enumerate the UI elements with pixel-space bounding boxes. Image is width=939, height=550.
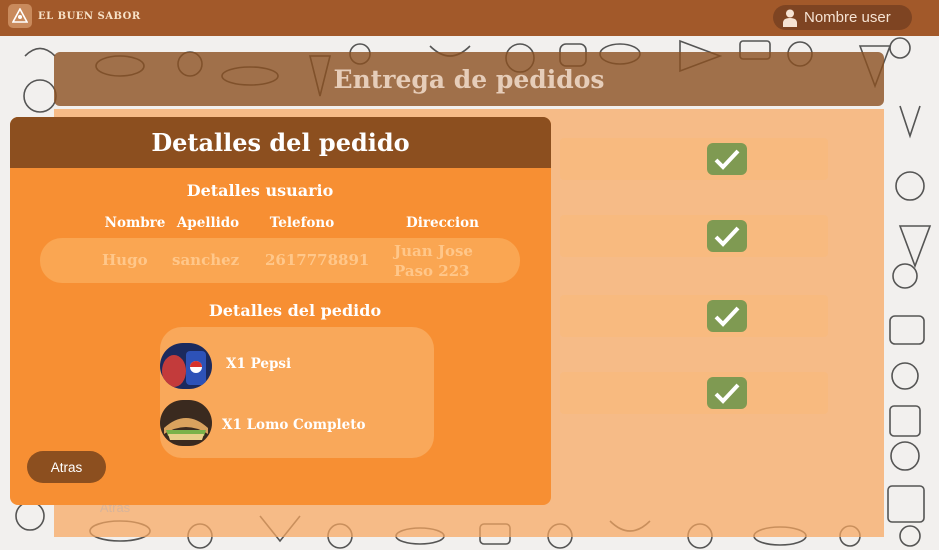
column-header-apellido: Apellido <box>176 215 240 231</box>
brand-name: EL BUEN SABOR <box>38 10 141 22</box>
order-details-modal: Detalles del pedido Detalles usuario Nom… <box>10 117 551 505</box>
user-name: Nombre user <box>804 9 891 26</box>
user-nombre: Hugo <box>102 251 148 269</box>
orders-header: Entrega de pedidos <box>54 52 884 106</box>
modal-header: Detalles del pedido <box>10 117 551 168</box>
checkmark-icon <box>714 149 740 170</box>
user-section-title: Detalles usuario <box>186 181 334 200</box>
column-header-direccion: Direccion <box>406 215 479 231</box>
deliver-check-button[interactable] <box>707 143 747 175</box>
order-item-label: X1 Pepsi <box>226 356 292 372</box>
modal-title: Detalles del pedido <box>151 128 410 157</box>
checkmark-icon <box>714 383 740 404</box>
user-menu-button[interactable]: Nombre user <box>773 5 912 30</box>
order-row <box>560 138 828 180</box>
page-title: Entrega de pedidos <box>333 64 605 94</box>
chef-hat-logo-icon <box>8 4 32 28</box>
user-direccion-line2: Paso 223 <box>394 262 470 280</box>
order-row <box>560 372 828 414</box>
deliver-check-button[interactable] <box>707 220 747 252</box>
deliver-check-button[interactable] <box>707 300 747 332</box>
user-icon <box>783 9 797 27</box>
order-row <box>560 295 828 337</box>
pepsi-image-icon <box>160 343 212 389</box>
deliver-check-button[interactable] <box>707 377 747 409</box>
order-section-title: Detalles del pedido <box>208 301 382 320</box>
checkmark-icon <box>714 226 740 247</box>
lomo-sandwich-image-icon <box>160 400 212 446</box>
user-apellido: sanchez <box>172 251 240 269</box>
brand[interactable]: EL BUEN SABOR <box>8 4 141 28</box>
user-direccion-line1: Juan Jose <box>394 242 473 260</box>
order-item-label: X1 Lomo Completo <box>222 417 366 433</box>
column-header-nombre: Nombre <box>104 215 166 231</box>
user-details-row: Hugo sanchez 2617778891 Juan Jose Paso 2… <box>40 238 520 283</box>
order-row <box>560 215 828 257</box>
top-navbar: EL BUEN SABOR Nombre user <box>0 0 939 36</box>
column-header-telefono: Telefono <box>269 215 335 231</box>
checkmark-icon <box>714 306 740 327</box>
back-button[interactable]: Atras <box>27 451 106 483</box>
user-telefono: 2617778891 <box>265 251 370 269</box>
